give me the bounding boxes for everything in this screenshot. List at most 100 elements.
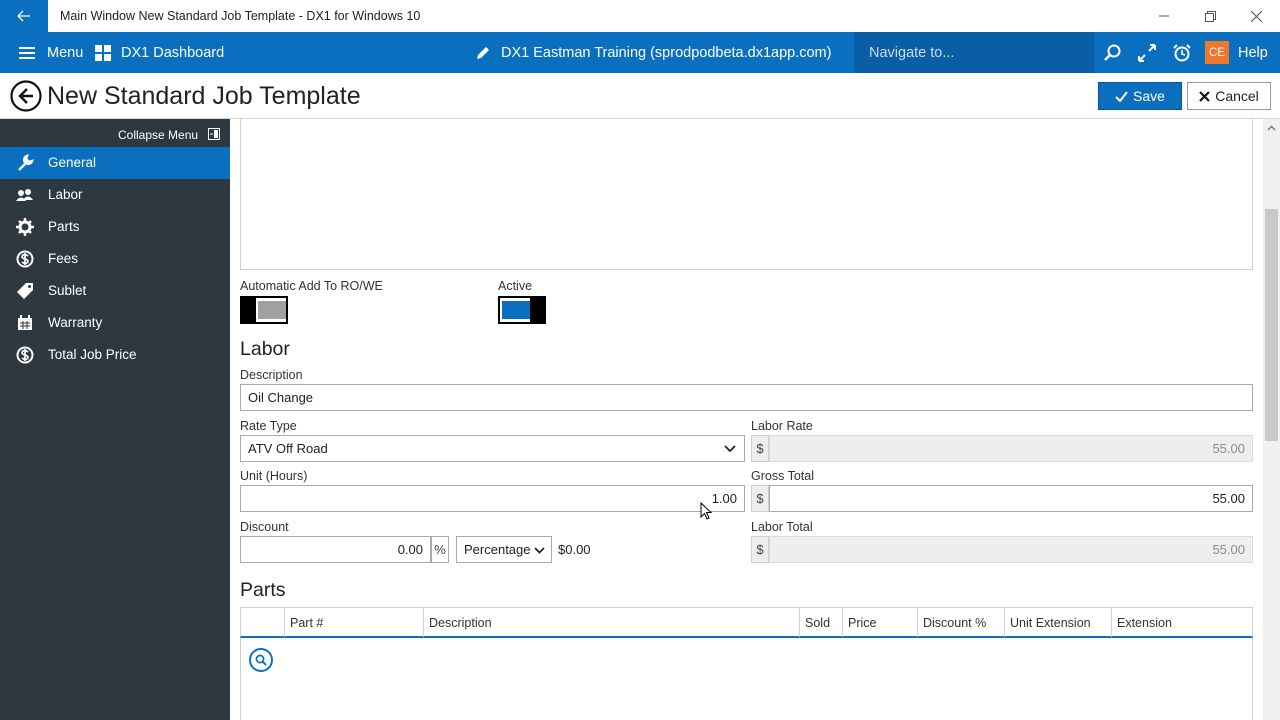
fullscreen-button[interactable] (1138, 32, 1156, 73)
gear-icon (16, 218, 34, 236)
gross-total-input[interactable]: 55.00 (769, 485, 1253, 512)
environment-label: DX1 Eastman Training (sprodpodbeta.dx1ap… (501, 44, 832, 61)
toggle-track (258, 301, 286, 319)
window-back-button[interactable] (0, 0, 48, 32)
menu-button[interactable]: Menu (19, 32, 83, 73)
main-content: Automatic Add To RO/WE Active Labor Desc… (230, 119, 1263, 720)
user-avatar[interactable]: CE (1205, 41, 1229, 64)
page-title: New Standard Job Template (47, 82, 361, 110)
sidebar-item-label: Warranty (48, 315, 103, 330)
sidebar-item-label: Labor (48, 187, 83, 202)
dollar-circle-icon (16, 250, 34, 268)
chevron-down-icon (724, 445, 736, 453)
expand-icon (1138, 43, 1156, 62)
labor-rate-input: 55.00 (769, 435, 1253, 462)
close-icon (1199, 90, 1210, 102)
pencil-icon (477, 46, 489, 59)
column-header-part-number[interactable]: Part # (285, 608, 424, 637)
active-toggle[interactable] (498, 296, 546, 324)
content-scrollbar[interactable] (1263, 119, 1280, 720)
unit-hours-label: Unit (Hours) (240, 469, 308, 483)
sidebar-item-total-job-price[interactable]: Total Job Price (0, 339, 230, 371)
sidebar-item-label: Parts (48, 219, 80, 234)
sidebar-item-fees[interactable]: Fees (0, 243, 230, 275)
notes-textarea[interactable] (240, 119, 1253, 270)
minimize-icon (1159, 15, 1169, 17)
hamburger-icon (19, 46, 35, 59)
tag-icon (16, 282, 34, 300)
help-button[interactable]: Help (1238, 32, 1268, 73)
sidebar-item-parts[interactable]: Parts (0, 211, 230, 243)
labor-section-title: Labor (240, 338, 290, 360)
discount-type-select[interactable]: Percentage (456, 536, 552, 563)
calendar-icon (16, 314, 34, 332)
currency-prefix: $ (751, 485, 769, 512)
sidebar-item-sublet[interactable]: Sublet (0, 275, 230, 307)
column-header-unit-extension[interactable]: Unit Extension (1005, 608, 1112, 637)
cancel-button[interactable]: Cancel (1187, 82, 1271, 110)
unit-hours-input[interactable]: 1.00 (240, 485, 745, 512)
sidebar-item-labor[interactable]: Labor (0, 179, 230, 211)
dashboard-button[interactable]: DX1 Dashboard (95, 32, 224, 73)
window-title: Main Window New Standard Job Template - … (60, 9, 421, 23)
sidebar-item-label: Sublet (48, 283, 87, 298)
back-circle-icon[interactable] (10, 80, 42, 112)
column-header-description[interactable]: Description (424, 608, 800, 637)
column-header-discount[interactable]: Discount % (918, 608, 1005, 637)
window-titlebar: Main Window New Standard Job Template - … (0, 0, 1280, 32)
search-icon (1104, 44, 1121, 61)
collapse-menu-button[interactable]: Collapse Menu (0, 119, 230, 149)
mouse-cursor-icon (700, 502, 712, 520)
save-label: Save (1133, 88, 1165, 104)
part-search-button[interactable] (249, 648, 273, 672)
toggle-knob (530, 298, 544, 322)
scroll-thumb[interactable] (1265, 209, 1278, 441)
column-header-extension[interactable]: Extension (1112, 608, 1252, 637)
auto-add-toggle[interactable] (240, 296, 288, 324)
column-header-sold[interactable]: Sold (800, 608, 843, 637)
description-input[interactable]: Oil Change (240, 384, 1253, 411)
currency-prefix: $ (751, 536, 769, 563)
discount-type-value: Percentage (464, 542, 531, 557)
navigate-input[interactable]: Navigate to... (854, 32, 1094, 73)
scroll-up-arrow-icon[interactable] (1263, 119, 1280, 136)
chevron-down-icon (534, 547, 545, 554)
rate-type-select[interactable]: ATV Off Road (240, 435, 745, 462)
sidebar-item-general[interactable]: General (0, 147, 230, 179)
alarm-clock-icon (1173, 43, 1191, 61)
wrench-icon (16, 154, 34, 172)
environment-selector[interactable]: DX1 Eastman Training (sprodpodbeta.dx1ap… (475, 32, 831, 73)
percent-suffix: % (431, 536, 449, 563)
dollar-circle-icon (16, 346, 34, 364)
people-icon (16, 186, 34, 204)
column-header-select[interactable] (241, 608, 285, 637)
sidebar-item-label: General (48, 155, 97, 170)
discount-label: Discount (240, 520, 289, 534)
toggle-track (502, 301, 532, 319)
sidebar-item-warranty[interactable]: Warranty (0, 307, 230, 339)
app-bar: Menu DX1 Dashboard DX1 Eastman Training … (0, 32, 1280, 73)
save-button[interactable]: Save (1098, 82, 1182, 110)
search-button[interactable] (1104, 32, 1121, 73)
sidebar-item-label: Total Job Price (48, 347, 137, 362)
parts-grid-header: Part # Description Sold Price Discount %… (240, 607, 1253, 638)
discount-input[interactable]: 0.00 (240, 536, 431, 563)
toggle-knob (242, 298, 256, 322)
parts-grid-body (240, 638, 1253, 720)
close-window-button[interactable] (1233, 0, 1279, 32)
collapse-panel-icon (208, 128, 220, 140)
dashboard-label: DX1 Dashboard (121, 44, 225, 61)
alarm-button[interactable] (1173, 32, 1191, 73)
menu-label: Menu (47, 44, 84, 61)
currency-prefix: $ (751, 435, 769, 462)
auto-add-label: Automatic Add To RO/WE (240, 279, 383, 293)
cancel-label: Cancel (1215, 88, 1259, 104)
collapse-menu-label: Collapse Menu (118, 128, 199, 142)
column-header-price[interactable]: Price (843, 608, 918, 637)
restore-button[interactable] (1187, 0, 1233, 32)
sidebar: Collapse Menu General Labor Parts Fees S… (0, 119, 230, 720)
navigate-placeholder: Navigate to... (869, 44, 955, 61)
minimize-button[interactable] (1141, 0, 1187, 32)
restore-icon (1204, 10, 1216, 22)
description-label: Description (240, 368, 303, 382)
